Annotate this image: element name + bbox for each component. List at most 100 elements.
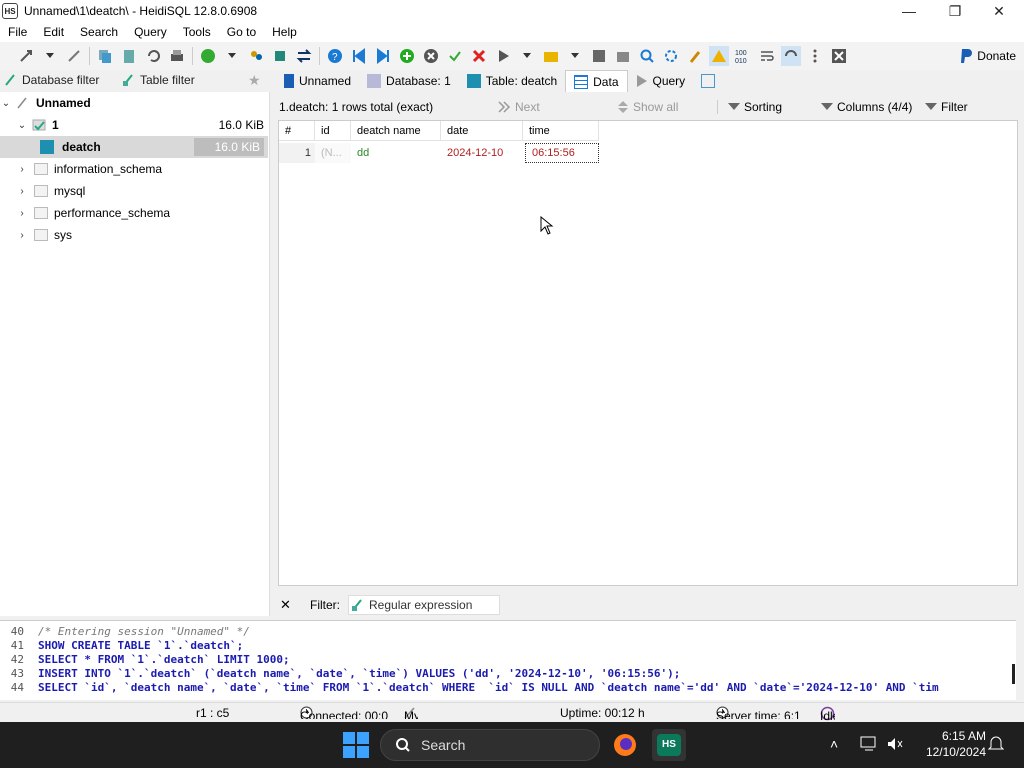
save-icon[interactable] (589, 46, 609, 66)
execute-query-icon[interactable] (493, 46, 513, 66)
table-cell-date[interactable]: 2024-12-10 (441, 143, 523, 163)
chevron-right-icon[interactable]: › (16, 164, 28, 175)
last-record-icon[interactable] (373, 46, 393, 66)
chevron-down-icon[interactable]: ⌄ (0, 98, 12, 109)
binary-icon[interactable]: 100 010 (733, 46, 753, 66)
tree-node-db-1[interactable]: ⌄ 1 16.0 KiB (0, 114, 268, 136)
filter-button[interactable]: Filter (925, 100, 968, 114)
chevron-right-icon[interactable]: › (16, 230, 28, 241)
chevron-right-icon[interactable]: › (16, 186, 28, 197)
refresh-icon[interactable] (198, 46, 218, 66)
chevron-down-icon (728, 103, 740, 110)
first-record-icon[interactable] (349, 46, 369, 66)
connect-icon[interactable] (16, 46, 36, 66)
help-icon[interactable]: ? (325, 46, 345, 66)
find-icon[interactable] (637, 46, 657, 66)
paste-icon[interactable] (119, 46, 139, 66)
chevron-down-icon[interactable]: ⌄ (16, 120, 28, 131)
close-filter-icon[interactable]: ✕ (280, 597, 306, 613)
clock-date: 12/10/2024 (925, 745, 986, 759)
warning-icon[interactable] (709, 46, 729, 66)
tree-node-sys[interactable]: › sys (0, 224, 268, 246)
wrap-lines-icon[interactable] (757, 46, 777, 66)
chevron-right-icon[interactable]: › (16, 208, 28, 219)
insert-row-icon[interactable] (397, 46, 417, 66)
print-icon[interactable] (167, 46, 187, 66)
column-header-date[interactable]: date (441, 121, 523, 141)
clear-icon[interactable] (685, 46, 705, 66)
tree-node-table-deatch[interactable]: deatch 16.0 KiB (0, 136, 268, 158)
maximize-button[interactable]: ❐ (932, 0, 978, 22)
replace-icon[interactable] (661, 46, 681, 66)
taskbar-search[interactable]: Search (380, 729, 600, 761)
more-icon[interactable] (805, 46, 825, 66)
cancel-edit-icon[interactable] (421, 46, 441, 66)
menu-file[interactable]: File (0, 25, 35, 39)
open-folder-icon[interactable] (541, 46, 561, 66)
next-button[interactable]: Next (497, 100, 617, 114)
dropdown-arrow-icon[interactable] (40, 46, 60, 66)
sql-log[interactable]: 40/* Entering session "Unnamed" */ 41 SHO… (0, 620, 1016, 700)
menu-goto[interactable]: Go to (219, 25, 264, 39)
data-grid[interactable]: # id deatch name date time 1 (N... dd 20… (278, 120, 1018, 586)
tree-node-mysql[interactable]: › mysql (0, 180, 268, 202)
play-icon (636, 75, 647, 87)
tab-data[interactable]: Data (565, 70, 628, 92)
system-clock[interactable]: 6:15 AM 12/10/2024 (916, 728, 986, 760)
tab-query[interactable]: Query (628, 70, 694, 92)
dropdown-arrow-icon[interactable] (565, 46, 585, 66)
tab-host[interactable]: Unnamed (276, 70, 359, 92)
sorting-button[interactable]: Sorting (717, 100, 821, 114)
copy-icon[interactable] (95, 46, 115, 66)
table-filter[interactable]: Table filter (118, 73, 244, 87)
table-cell-time[interactable]: 06:15:56 (525, 143, 599, 163)
tree-node-information-schema[interactable]: › information_schema (0, 158, 268, 180)
windows-start-icon[interactable] (343, 732, 369, 758)
new-query-tab-button[interactable] (693, 70, 723, 92)
tree-node-session[interactable]: ⌄ Unnamed (0, 92, 268, 114)
maintenance-icon[interactable] (270, 46, 290, 66)
column-header-time[interactable]: time (523, 121, 599, 141)
notification-bell-icon[interactable] (987, 735, 1005, 756)
tree-node-performance-schema[interactable]: › performance_schema (0, 202, 268, 224)
tab-table[interactable]: Table: deatch (459, 70, 565, 92)
heidisql-taskbar-icon[interactable]: HS (652, 729, 686, 761)
firefox-icon[interactable] (608, 729, 642, 761)
favorites-star-icon[interactable]: ★ (244, 72, 265, 89)
tab-database[interactable]: Database: 1 (359, 70, 459, 92)
undo-icon[interactable] (143, 46, 163, 66)
delete-row-icon[interactable] (469, 46, 489, 66)
columns-button[interactable]: Columns (4/4) (821, 100, 925, 114)
user-manager-icon[interactable] (246, 46, 266, 66)
table-cell-id[interactable]: (N... (315, 143, 351, 163)
filter-input[interactable]: Regular expression (348, 595, 500, 615)
dropdown-arrow-icon[interactable] (222, 46, 242, 66)
menu-search[interactable]: Search (72, 25, 126, 39)
column-header-rownum[interactable]: # (279, 121, 315, 141)
chevron-up-icon[interactable]: ˄ (830, 736, 838, 752)
table-cell-deatch-name[interactable]: dd (351, 143, 441, 163)
disconnect-icon[interactable] (64, 46, 84, 66)
close-tab-icon[interactable] (829, 46, 849, 66)
row-number-cell[interactable]: 1 (279, 143, 315, 163)
menu-edit[interactable]: Edit (35, 25, 72, 39)
save-as-icon[interactable] (613, 46, 633, 66)
menu-help[interactable]: Help (264, 25, 305, 39)
volume-muted-icon[interactable] (886, 736, 904, 755)
uptime: Uptime: 00:12 h (560, 706, 645, 720)
log-scrollbar[interactable] (1012, 664, 1015, 684)
column-header-deatch-name[interactable]: deatch name (351, 121, 441, 141)
network-icon[interactable] (860, 736, 878, 755)
close-button[interactable]: ✕ (976, 0, 1022, 22)
donate-button[interactable]: Donate (955, 45, 1020, 67)
column-header-id[interactable]: id (315, 121, 351, 141)
show-all-button[interactable]: Show all (617, 100, 717, 114)
sync-icon[interactable] (294, 46, 314, 66)
database-filter[interactable]: Database filter (0, 73, 118, 87)
minimize-button[interactable]: — (886, 0, 932, 22)
menu-query[interactable]: Query (126, 25, 175, 39)
dropdown-arrow-icon[interactable] (517, 46, 537, 66)
autorefresh-icon[interactable] (781, 46, 801, 66)
menu-tools[interactable]: Tools (175, 25, 219, 39)
post-edit-icon[interactable] (445, 46, 465, 66)
